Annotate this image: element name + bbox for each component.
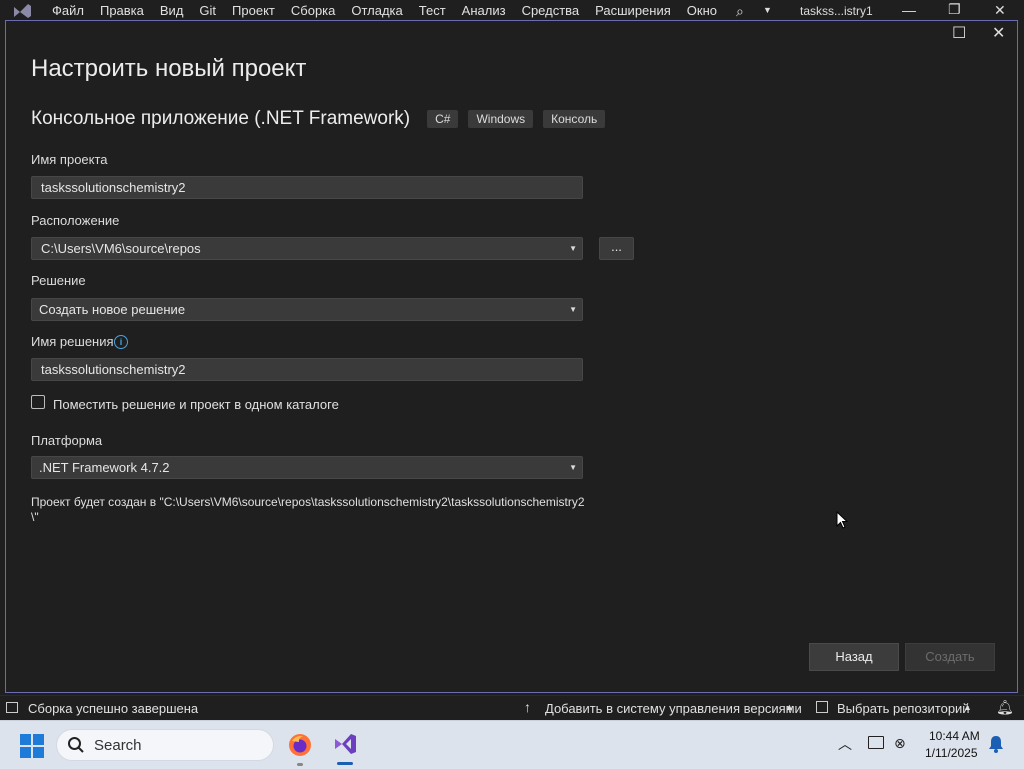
mouse-cursor-icon	[836, 511, 848, 529]
chevron-up-icon[interactable]: ︿	[838, 734, 852, 754]
notification-bell-icon[interactable]: 🔔︎	[996, 699, 1014, 716]
minimize-icon[interactable]: —	[902, 2, 916, 18]
browse-button[interactable]: ...	[599, 237, 634, 260]
menu-window[interactable]: Окно	[679, 3, 725, 19]
select-repository[interactable]: Выбрать репозиторий	[837, 701, 970, 716]
tag-language: C#	[427, 110, 459, 128]
visual-studio-icon[interactable]	[332, 731, 358, 757]
chevron-up-icon[interactable]: ▲	[963, 702, 972, 712]
visual-studio-logo-icon	[14, 4, 31, 18]
template-name: Консольное приложение (.NET Framework)	[31, 108, 411, 129]
solution-label: Решение	[31, 273, 86, 288]
location-combobox[interactable]: C:\Users\VM6\source\repos ▼	[31, 237, 583, 260]
network-icon[interactable]: ⊗	[894, 735, 906, 752]
clock-time[interactable]: 10:44 AM	[929, 729, 980, 743]
repository-icon[interactable]	[816, 701, 828, 713]
taskbar-search-box[interactable]: Search	[56, 729, 274, 761]
menu-build[interactable]: Сборка	[283, 3, 344, 19]
window-title: taskss...istry1	[800, 4, 873, 18]
create-button[interactable]: Создать	[905, 643, 995, 671]
menu-file[interactable]: Файл	[44, 3, 92, 19]
firefox-running-indicator	[297, 763, 303, 766]
location-label: Расположение	[31, 213, 120, 228]
windows-start-icon[interactable]	[20, 734, 44, 758]
same-directory-label[interactable]: Поместить решение и проект в одном катал…	[53, 397, 339, 412]
arrow-up-icon[interactable]: ↑	[524, 699, 531, 715]
location-value: C:\Users\VM6\source\repos	[41, 241, 201, 256]
menu-items: Файл Правка Вид Git Проект Сборка Отладк…	[44, 3, 725, 19]
search-label: Search	[94, 737, 142, 754]
page-title: Настроить новый проект	[31, 55, 307, 82]
same-directory-checkbox[interactable]	[31, 395, 45, 409]
status-bar: Сборка успешно завершена ↑ Добавить в си…	[0, 695, 1024, 721]
menu-debug[interactable]: Отладка	[343, 3, 410, 19]
dropdown-arrow-icon[interactable]: ▼	[569, 238, 577, 259]
search-icon[interactable]: ⌕	[736, 3, 744, 20]
close-icon[interactable]: ✕	[994, 2, 1006, 19]
project-path-note: Проект будет создан в "C:\Users\VM6\sour…	[31, 495, 585, 524]
menu-test[interactable]: Тест	[411, 3, 454, 19]
output-icon[interactable]	[6, 702, 18, 713]
maximize-icon[interactable]: ☐	[952, 26, 966, 42]
menu-tools[interactable]: Средства	[514, 3, 588, 19]
vs-menu-bar: Файл Правка Вид Git Проект Сборка Отладк…	[0, 0, 1024, 22]
display-icon[interactable]	[868, 736, 884, 749]
search-icon	[68, 737, 84, 753]
menu-view[interactable]: Вид	[152, 3, 192, 19]
menu-project[interactable]: Проект	[224, 3, 283, 19]
firefox-icon[interactable]	[288, 733, 312, 757]
solution-dropdown[interactable]: Создать новое решение ▼	[31, 298, 583, 321]
project-name-input[interactable]: taskssolutionschemistry2	[31, 176, 583, 199]
menu-extensions[interactable]: Расширения	[587, 3, 679, 19]
menu-git[interactable]: Git	[191, 3, 224, 19]
solution-name-input[interactable]: taskssolutionschemistry2	[31, 358, 583, 381]
tag-project-type: Консоль	[543, 110, 606, 128]
menu-analyze[interactable]: Анализ	[454, 3, 514, 19]
dropdown-arrow-icon[interactable]: ▼	[569, 457, 577, 478]
platform-label: Платформа	[31, 433, 103, 448]
notification-bell-icon[interactable]	[988, 735, 1004, 753]
solution-name-label: Имя решения	[31, 334, 114, 349]
template-header: Консольное приложение (.NET Framework) C…	[31, 108, 615, 130]
tag-platform: Windows	[468, 110, 534, 128]
build-status-text: Сборка успешно завершена	[28, 701, 199, 716]
configure-project-dialog: ☐ ✕ Настроить новый проект Консольное пр…	[5, 20, 1018, 693]
windows-taskbar: Search ︿ ⊗ 10:44 AM 1/11/2025	[0, 720, 1024, 769]
clock-date[interactable]: 1/11/2025	[925, 746, 978, 760]
back-button[interactable]: Назад	[809, 643, 899, 671]
info-icon[interactable]: i	[114, 335, 128, 349]
chevron-up-icon[interactable]: ▲	[785, 702, 794, 712]
close-icon[interactable]: ✕	[992, 26, 1006, 42]
dropdown-arrow-icon[interactable]: ▼	[569, 299, 577, 320]
add-to-source-control[interactable]: Добавить в систему управления версиями	[545, 701, 802, 716]
menu-edit[interactable]: Правка	[92, 3, 152, 19]
chevron-down-icon[interactable]: ▼	[763, 5, 772, 15]
restore-icon[interactable]: ❐	[948, 1, 961, 18]
project-name-label: Имя проекта	[31, 152, 108, 167]
platform-value: .NET Framework 4.7.2	[39, 460, 170, 475]
active-app-indicator	[337, 762, 353, 765]
solution-value: Создать новое решение	[39, 302, 186, 317]
platform-dropdown[interactable]: .NET Framework 4.7.2 ▼	[31, 456, 583, 479]
